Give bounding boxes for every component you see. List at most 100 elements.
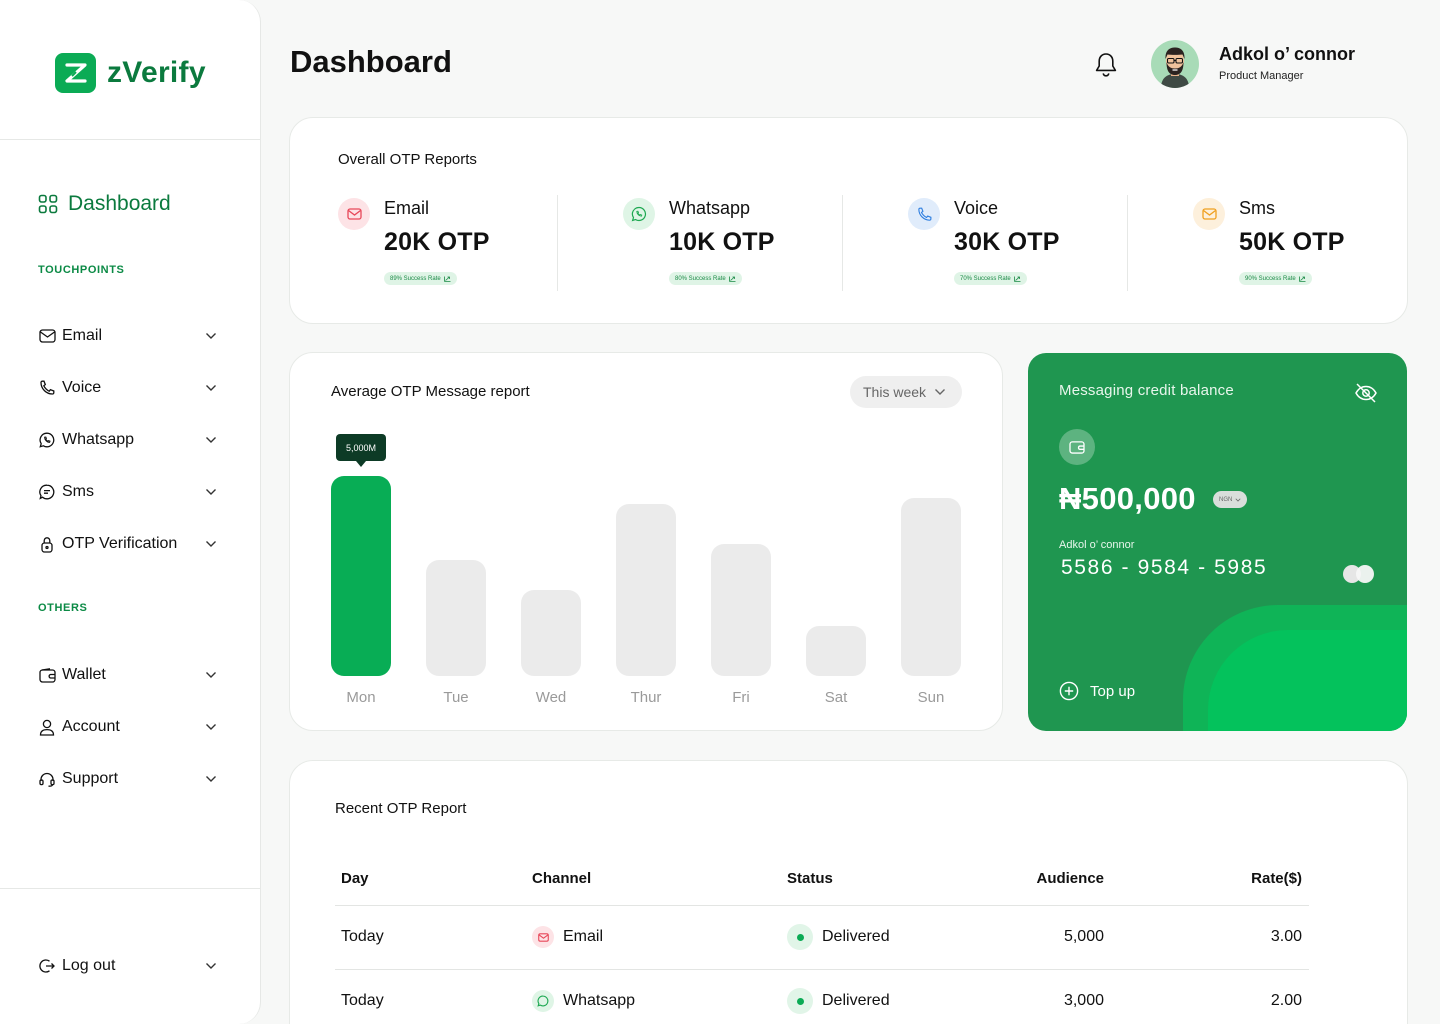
stat-value: 20K OTP — [384, 228, 490, 256]
column-header-channel[interactable]: Channel — [532, 866, 591, 890]
sidebar-item-dashboard[interactable]: Dashboard — [38, 192, 171, 216]
stat-name: Voice — [954, 198, 999, 218]
currency-label: NGN — [1219, 496, 1233, 503]
app-logo[interactable]: zVerify — [55, 53, 206, 93]
stat-value: 30K OTP — [954, 228, 1060, 256]
sidebar-item-whatsapp[interactable]: Whatsapp — [38, 428, 218, 452]
status-indicator — [787, 988, 813, 1014]
table-row[interactable]: Today Whatsapp Delivered 3,000 2.00 — [335, 970, 1309, 1024]
user-name: Adkol o’ connor — [1219, 44, 1356, 64]
bar-fri[interactable] — [711, 544, 771, 676]
bar-wed[interactable] — [521, 590, 581, 676]
success-rate-text: 70% Success Rate — [960, 275, 1011, 282]
credit-balance-card: Messaging credit balance ₦500,000 NGN Ad… — [1028, 353, 1407, 731]
stat-value: 50K OTP — [1239, 228, 1345, 256]
headset-icon — [38, 770, 56, 788]
card-brand-icon — [1341, 564, 1377, 584]
cell-channel: Whatsapp — [532, 989, 635, 1013]
sidebar-item-label: Voice — [62, 379, 102, 396]
chevron-down-icon[interactable] — [204, 668, 218, 682]
column-header-rate[interactable]: Rate($) — [1202, 866, 1302, 890]
logout-button[interactable]: Log out — [38, 954, 218, 978]
success-rate-badge: 80% Success Rate — [669, 272, 742, 285]
plus-circle-icon — [1059, 681, 1079, 701]
cell-audience: 3,000 — [1063, 992, 1104, 1009]
stat-name: Email — [384, 198, 430, 218]
chevron-down-icon[interactable] — [204, 381, 218, 395]
page-title: Dashboard — [290, 44, 452, 79]
chevron-down-icon[interactable] — [204, 485, 218, 499]
stat-value: 10K OTP — [669, 228, 775, 256]
avatar[interactable] — [1151, 40, 1199, 88]
mail-icon — [1193, 198, 1225, 230]
app-name: zVerify — [107, 56, 206, 89]
sidebar-item-account[interactable]: Account — [38, 715, 218, 739]
sidebar-item-label: Whatsapp — [62, 431, 135, 448]
grid-icon — [38, 194, 58, 214]
stat-divider — [842, 195, 843, 291]
phone-icon — [908, 198, 940, 230]
column-header-status[interactable]: Status — [787, 866, 833, 890]
sidebar-item-label: Email — [62, 327, 103, 344]
trend-up-icon — [1298, 276, 1306, 282]
table-row[interactable]: Today Email Delivered 5,000 3.00 — [335, 906, 1309, 970]
sidebar-item-support[interactable]: Support — [38, 767, 218, 791]
sidebar-item-otp-verification[interactable]: OTP Verification — [38, 532, 218, 556]
logout-icon — [38, 957, 56, 975]
otp-reports-title: Overall OTP Reports — [338, 151, 477, 168]
balance-amount: ₦500,000 — [1059, 481, 1196, 516]
eye-off-icon[interactable] — [1354, 382, 1378, 404]
column-header-audience[interactable]: Audience — [1004, 866, 1104, 890]
bar-thur[interactable] — [616, 504, 676, 676]
x-tick-label: Sun — [918, 689, 945, 706]
sidebar-item-label: Sms — [62, 483, 94, 500]
chevron-down-icon[interactable] — [204, 720, 218, 734]
trend-up-icon — [443, 276, 451, 282]
success-rate-text: 90% Success Rate — [1245, 275, 1296, 282]
bar-tue[interactable] — [426, 560, 486, 676]
top-up-button[interactable]: Top up — [1059, 681, 1135, 701]
stat-voice: Voice 30K OTP 70% Success Rate — [908, 196, 1088, 296]
sidebar-item-voice[interactable]: Voice — [38, 376, 218, 400]
cell-rate: 3.00 — [1270, 928, 1302, 945]
sidebar-item-sms[interactable]: Sms — [38, 480, 218, 504]
x-tick-label: Fri — [732, 689, 750, 706]
x-tick-label: Wed — [536, 689, 567, 706]
chevron-down-icon[interactable] — [204, 959, 218, 973]
status-indicator — [787, 924, 813, 950]
user-role: Product Manager — [1219, 70, 1304, 82]
phone-icon — [38, 379, 56, 397]
chevron-down-icon[interactable] — [204, 433, 218, 447]
bar-mon[interactable] — [331, 476, 391, 676]
trend-up-icon — [1013, 276, 1021, 282]
wallet-icon — [1059, 429, 1095, 465]
success-rate-badge: 89% Success Rate — [384, 272, 457, 285]
sidebar-item-email[interactable]: Email — [38, 324, 218, 348]
column-header-day[interactable]: Day — [341, 866, 369, 890]
chevron-down-icon[interactable] — [204, 772, 218, 786]
cell-day: Today — [341, 928, 384, 945]
mail-icon — [532, 926, 554, 948]
chevron-down-icon[interactable] — [204, 537, 218, 551]
stat-divider — [1127, 195, 1128, 291]
stat-name: Sms — [1239, 198, 1275, 218]
mail-icon — [338, 198, 370, 230]
x-tick-label: Sat — [825, 689, 848, 706]
sidebar-item-label: Account — [62, 718, 120, 735]
sidebar-item-label: Wallet — [62, 666, 106, 683]
bar-sun[interactable] — [901, 498, 961, 676]
stat-divider — [557, 195, 558, 291]
lock-icon — [38, 535, 56, 553]
status-label: Delivered — [822, 992, 890, 1009]
cell-channel: Email — [532, 925, 603, 949]
sidebar-item-label: Dashboard — [68, 192, 171, 215]
cell-day: Today — [341, 992, 384, 1009]
bar-sat[interactable] — [806, 626, 866, 676]
chevron-down-icon[interactable] — [204, 329, 218, 343]
notification-bell-icon[interactable] — [1093, 51, 1119, 79]
currency-select[interactable]: NGN — [1213, 491, 1248, 508]
sidebar-item-wallet[interactable]: Wallet — [38, 663, 218, 687]
success-rate-badge: 70% Success Rate — [954, 272, 1027, 285]
status-label: Delivered — [822, 928, 890, 945]
success-rate-badge: 90% Success Rate — [1239, 272, 1312, 285]
